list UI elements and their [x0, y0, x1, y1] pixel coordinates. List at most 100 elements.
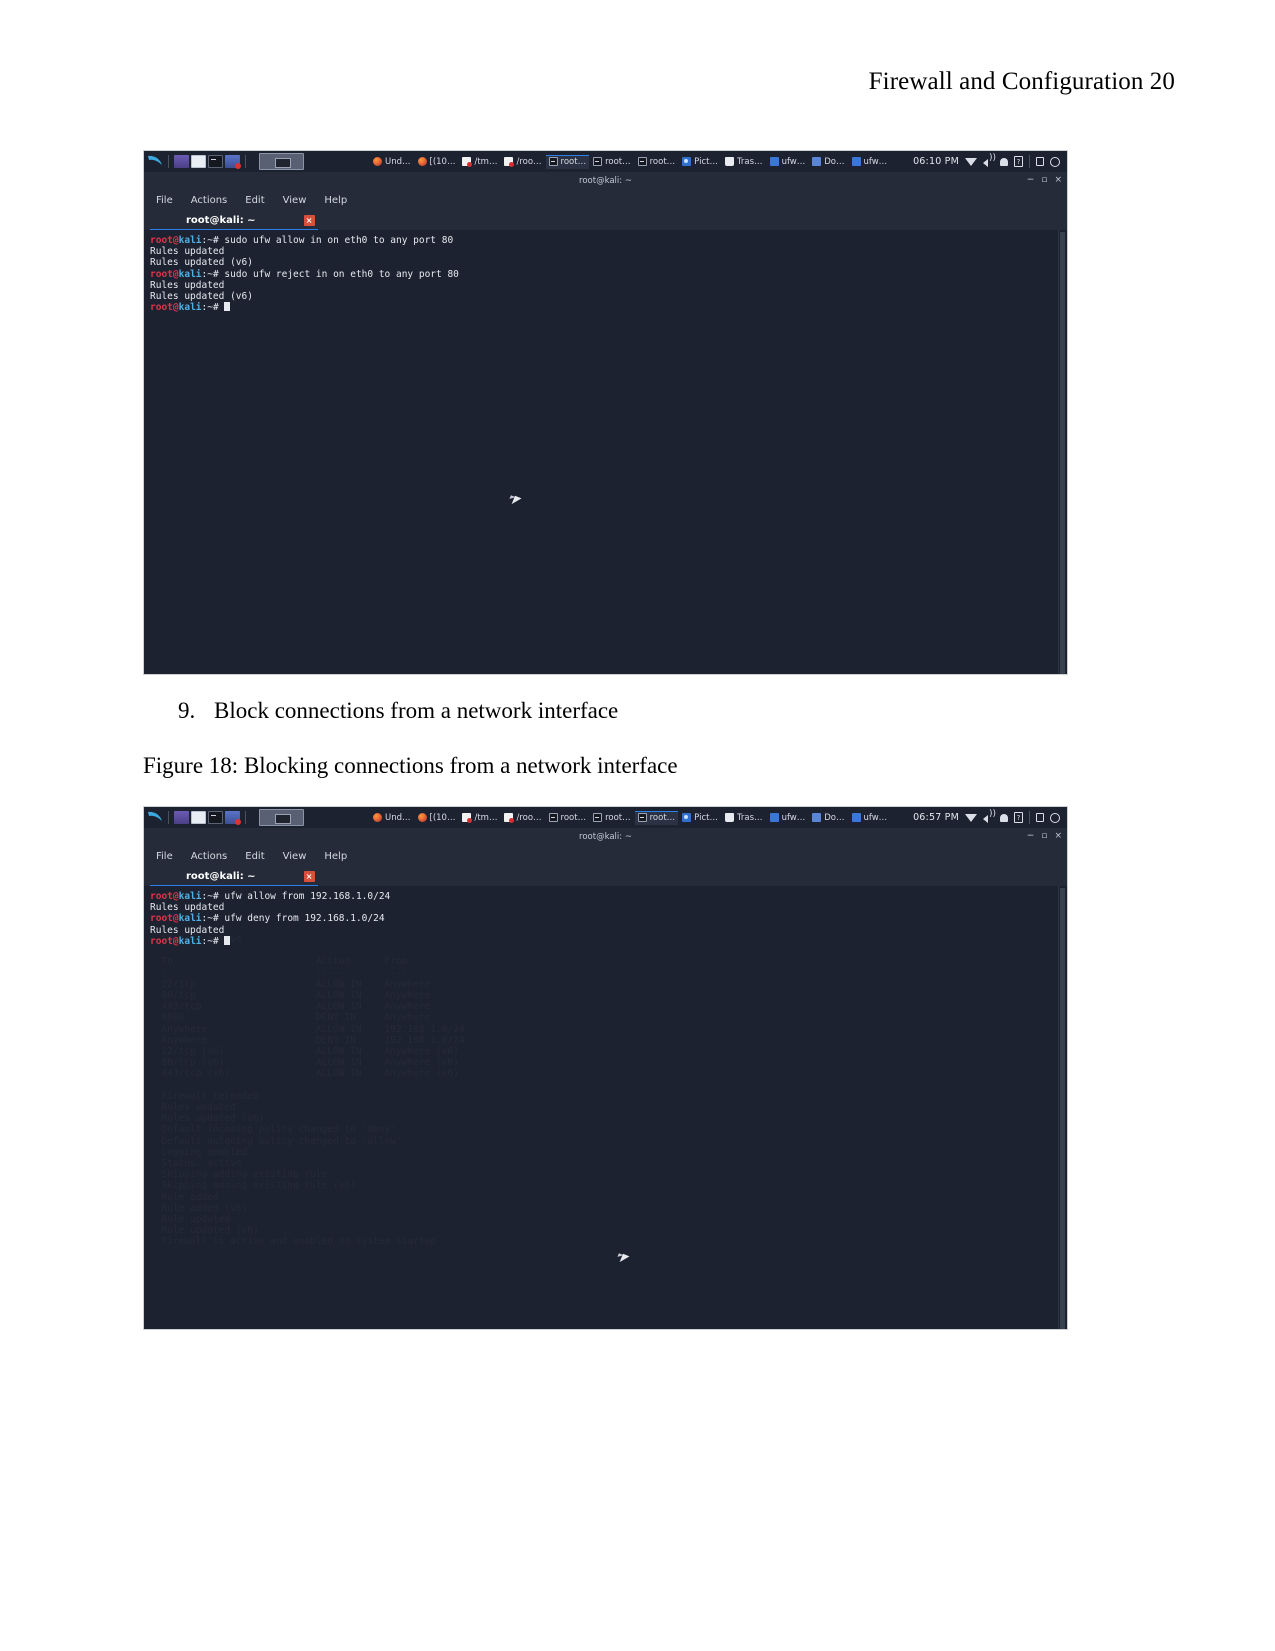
- workspace-switcher[interactable]: [259, 153, 304, 170]
- task-button[interactable]: Do…: [809, 155, 847, 169]
- task-button[interactable]: root…: [590, 811, 634, 825]
- task-button[interactable]: ufw…: [767, 811, 809, 825]
- launcher-terminal-icon[interactable]: [208, 811, 223, 824]
- battery-icon[interactable]: ?: [1014, 812, 1023, 823]
- window-titlebar-1[interactable]: root@kali: ~ − ▫ ×: [144, 172, 1067, 190]
- terminal-tab[interactable]: root@kali: ~ ×: [186, 214, 315, 226]
- menu-file[interactable]: File: [156, 195, 173, 206]
- menubar-2[interactable]: File Actions Edit View Help: [144, 846, 1067, 866]
- clock[interactable]: 06:57 PM: [913, 812, 959, 823]
- menubar-1[interactable]: File Actions Edit View Help: [144, 190, 1067, 210]
- menu-edit[interactable]: Edit: [245, 195, 264, 206]
- window-controls[interactable]: − ▫ ×: [1027, 831, 1062, 841]
- task-label: Do…: [824, 156, 845, 167]
- task-button[interactable]: /roo…: [501, 811, 544, 825]
- taskbar-2[interactable]: Und… [(10… /tm… /roo… root… root… root… …: [144, 807, 1067, 828]
- close-button[interactable]: ×: [1054, 175, 1062, 185]
- terminal-line: Rules updated: [150, 279, 225, 291]
- task-button[interactable]: Und…: [370, 155, 414, 169]
- taskbar-window-list-2[interactable]: Und… [(10… /tm… /roo… root… root… root… …: [370, 810, 913, 825]
- terminal-output-1[interactable]: root@kali:~# sudo ufw allow in on eth0 t…: [144, 230, 1067, 674]
- task-button[interactable]: Und…: [370, 811, 414, 825]
- menu-help[interactable]: Help: [324, 851, 347, 862]
- task-button[interactable]: root…: [590, 155, 634, 169]
- launcher-apps-icon[interactable]: [174, 155, 189, 168]
- terminal-scrollbar-2[interactable]: [1058, 886, 1065, 1329]
- close-icon[interactable]: ×: [303, 214, 315, 226]
- battery-icon[interactable]: ?: [1014, 156, 1023, 167]
- task-button[interactable]: Pict…: [679, 811, 721, 825]
- notification-bell-icon[interactable]: [1000, 813, 1008, 822]
- task-button[interactable]: /roo…: [501, 155, 544, 169]
- window-controls[interactable]: − ▫ ×: [1027, 175, 1062, 185]
- menu-actions[interactable]: Actions: [191, 851, 228, 862]
- minimize-button[interactable]: −: [1027, 175, 1035, 185]
- task-button[interactable]: [(10…: [415, 155, 459, 169]
- task-button[interactable]: root…: [546, 811, 590, 825]
- kali-menu-icon[interactable]: [147, 154, 163, 169]
- task-button[interactable]: ufw…: [767, 155, 809, 169]
- tabstrip-2[interactable]: root@kali: ~ ×: [144, 866, 1067, 888]
- lock-icon[interactable]: [1036, 157, 1044, 166]
- menu-actions[interactable]: Actions: [191, 195, 228, 206]
- volume-icon[interactable]: [983, 153, 996, 167]
- clock[interactable]: 06:10 PM: [913, 156, 959, 167]
- maximize-button[interactable]: ▫: [1041, 831, 1047, 841]
- minimize-button[interactable]: −: [1027, 831, 1035, 841]
- terminal-output-2[interactable]: root@kali:~# ufw allow from 192.168.1.0/…: [144, 886, 1067, 1329]
- task-button[interactable]: ufw…: [849, 811, 891, 825]
- terminal-tab[interactable]: root@kali: ~ ×: [186, 870, 315, 882]
- menu-view[interactable]: View: [283, 851, 307, 862]
- list-number: 9.: [178, 698, 196, 723]
- window-titlebar-2[interactable]: root@kali: ~ − ▫ ×: [144, 828, 1067, 846]
- wifi-icon[interactable]: [965, 157, 977, 166]
- task-button[interactable]: /tm…: [459, 811, 500, 825]
- menu-edit[interactable]: Edit: [245, 851, 264, 862]
- menu-view[interactable]: View: [283, 195, 307, 206]
- lock-icon[interactable]: [1036, 813, 1044, 822]
- task-button[interactable]: Tras…: [722, 811, 766, 825]
- task-button[interactable]: Do…: [809, 811, 847, 825]
- terminal-scrollbar-1[interactable]: [1058, 230, 1065, 674]
- task-button[interactable]: root…: [635, 155, 679, 169]
- launcher-apps-icon[interactable]: [174, 811, 189, 824]
- launcher-file-manager-icon[interactable]: [191, 155, 206, 168]
- terminal-line: Rules updated: [150, 246, 225, 258]
- task-label: ufw…: [863, 156, 888, 167]
- scrollbar-thumb[interactable]: [1060, 232, 1065, 674]
- task-button-active[interactable]: root…: [634, 810, 679, 825]
- task-button[interactable]: /tm…: [459, 155, 500, 169]
- image-icon: [682, 157, 692, 166]
- task-button[interactable]: Tras…: [722, 155, 766, 169]
- notification-bell-icon[interactable]: [1000, 157, 1008, 166]
- launcher-file-manager-icon[interactable]: [191, 811, 206, 824]
- close-button[interactable]: ×: [1054, 831, 1062, 841]
- terminal-tab-label: root@kali: ~: [186, 214, 256, 226]
- volume-icon[interactable]: [983, 809, 996, 823]
- launcher-terminal-icon[interactable]: [208, 155, 223, 168]
- kali-menu-icon[interactable]: [147, 810, 163, 825]
- workspace-switcher[interactable]: [259, 809, 304, 826]
- launcher-network-icon[interactable]: [225, 155, 241, 169]
- launcher-network-icon[interactable]: [225, 811, 241, 825]
- maximize-button[interactable]: ▫: [1041, 175, 1047, 185]
- taskbar-launchers[interactable]: [147, 153, 304, 170]
- power-icon[interactable]: [1050, 156, 1060, 167]
- system-tray-1[interactable]: 06:10 PM ?: [913, 153, 1064, 168]
- menu-help[interactable]: Help: [324, 195, 347, 206]
- taskbar-1[interactable]: Und… [(10… /tm… /roo… root… root… root… …: [144, 151, 1067, 172]
- terminal-line-prompt: root@kali:~#: [150, 302, 1067, 313]
- scrollbar-thumb[interactable]: [1060, 888, 1065, 1329]
- wifi-icon[interactable]: [965, 813, 977, 822]
- task-button[interactable]: [(10…: [415, 811, 459, 825]
- taskbar-window-list-1[interactable]: Und… [(10… /tm… /roo… root… root… root… …: [370, 154, 913, 169]
- power-icon[interactable]: [1050, 812, 1060, 823]
- task-button-active[interactable]: root…: [545, 154, 590, 169]
- close-icon[interactable]: ×: [303, 870, 315, 882]
- taskbar-launchers[interactable]: [147, 809, 304, 826]
- task-button[interactable]: ufw…: [849, 155, 891, 169]
- tabstrip-1[interactable]: root@kali: ~ ×: [144, 210, 1067, 232]
- system-tray-2[interactable]: 06:57 PM ?: [913, 809, 1064, 824]
- menu-file[interactable]: File: [156, 851, 173, 862]
- task-button[interactable]: Pict…: [679, 155, 721, 169]
